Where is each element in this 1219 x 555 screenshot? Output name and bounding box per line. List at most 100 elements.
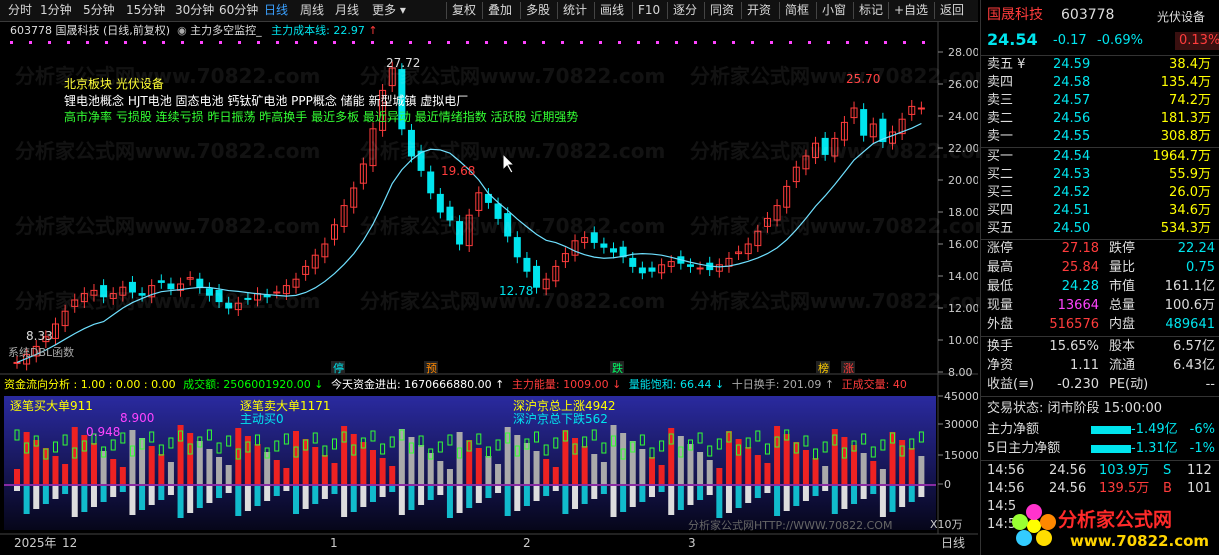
flow-bar-neg bbox=[158, 486, 165, 500]
ask-label: 卖四 bbox=[987, 75, 1014, 90]
candle-body bbox=[138, 293, 146, 296]
signal-dot bbox=[561, 41, 564, 44]
signal-dot bbox=[48, 41, 51, 44]
logo-text: 分析家公式网 bbox=[1058, 508, 1172, 531]
flow-bar-neg bbox=[764, 486, 771, 493]
flow-bar-neg bbox=[725, 486, 732, 513]
sector-pct: 0.13% bbox=[1175, 32, 1219, 50]
flow-bar-neg bbox=[879, 486, 886, 517]
event-tag: 榜 bbox=[818, 361, 829, 375]
signal-dot bbox=[751, 41, 754, 44]
flow-bar-neg bbox=[802, 486, 809, 501]
tag-line: 高市净率 亏损股 连续亏损 昨日振荡 昨高换手 最近多板 最近异动 最近情绪指数… bbox=[64, 110, 579, 124]
flow-bar bbox=[312, 447, 319, 484]
flow-bar-neg bbox=[889, 486, 896, 512]
divider bbox=[981, 460, 1219, 461]
flow-bar bbox=[552, 467, 559, 484]
flow-bar-neg bbox=[851, 486, 858, 504]
sub-title[interactable]: 资金流向分析 : 1.00 : 0.00 : 0.00 bbox=[4, 378, 176, 391]
bid-volume: 34.6万 bbox=[1169, 203, 1211, 218]
flow-bar-neg bbox=[466, 486, 473, 508]
stock-code: 603778 bbox=[1061, 7, 1115, 23]
stock-name: 国晟科技 bbox=[987, 7, 1043, 23]
flow-bar-neg bbox=[831, 486, 838, 514]
dbl-label: 系统DBL函数 bbox=[8, 346, 75, 359]
flow-bar-neg bbox=[543, 486, 550, 496]
sub-sat: 量能饱和: 66.44 ↓ bbox=[628, 378, 725, 391]
flow-bar bbox=[812, 458, 819, 484]
flow-bar-neg bbox=[572, 486, 579, 509]
flow-bar bbox=[745, 447, 752, 484]
ask-label: 卖一 bbox=[987, 129, 1014, 144]
signal-dot bbox=[181, 41, 184, 44]
event-tag: 预 bbox=[426, 362, 437, 375]
stat-label: 换手 bbox=[987, 339, 1014, 354]
flow-bar-neg bbox=[639, 486, 646, 502]
flow-bar-neg bbox=[427, 486, 434, 500]
flow-bar-neg bbox=[52, 486, 59, 499]
stat-value: 22.24 bbox=[1177, 241, 1215, 256]
flow-bar-neg bbox=[235, 486, 242, 516]
tick-volume: 103.9万 bbox=[1099, 463, 1150, 478]
sub-volume: 成交额: 2506001920.00 ↓ bbox=[183, 378, 324, 391]
flow-bar-neg bbox=[533, 486, 540, 501]
candle-body bbox=[215, 289, 223, 303]
flow-bar-neg bbox=[418, 486, 425, 505]
stat-label: 现量 bbox=[987, 298, 1014, 313]
stat-label: 市值 bbox=[1109, 279, 1136, 294]
stat-label: 内盘 bbox=[1109, 317, 1136, 332]
signal-dot bbox=[276, 41, 279, 44]
sub-tick-label: 45000 bbox=[944, 390, 978, 403]
flow-bar bbox=[475, 448, 482, 484]
flow-bar-neg bbox=[591, 486, 598, 499]
flow-bar bbox=[254, 444, 261, 484]
flow-bar bbox=[639, 449, 646, 484]
bid-label: 买五 bbox=[987, 221, 1014, 236]
period-label: 日线 bbox=[941, 536, 965, 550]
indicator-dot[interactable]: ◉ bbox=[174, 24, 191, 37]
flow-bar-neg bbox=[293, 486, 300, 514]
signal-dot bbox=[333, 41, 336, 44]
candle-body bbox=[629, 257, 637, 267]
signal-dot bbox=[865, 41, 868, 44]
stat-value: 6.57亿 bbox=[1173, 339, 1215, 354]
ask-label: 卖五 ¥ bbox=[987, 57, 1026, 72]
flow-bar bbox=[331, 463, 338, 484]
signal-dot bbox=[86, 41, 89, 44]
stat-value: 13664 bbox=[1057, 298, 1099, 313]
candle-body bbox=[821, 137, 829, 155]
signal-dot bbox=[732, 41, 735, 44]
high-label: 27.72 bbox=[386, 56, 420, 70]
price-tick-label: 20.00 bbox=[948, 174, 978, 187]
flow-pct: -6% bbox=[1189, 422, 1215, 437]
value-label: 0.948 bbox=[86, 425, 121, 439]
price-pct: -0.69% bbox=[1097, 33, 1143, 48]
ask-volume: 135.4万 bbox=[1160, 75, 1211, 90]
candle-body bbox=[436, 193, 444, 213]
bid-price: 24.50 bbox=[1053, 221, 1091, 236]
flow-bar bbox=[225, 465, 232, 484]
flow-bar bbox=[23, 432, 30, 484]
flow-bar bbox=[841, 437, 848, 484]
stat-value: -0.230 bbox=[1057, 377, 1099, 392]
flow-bar bbox=[437, 461, 444, 484]
flow-bar bbox=[90, 443, 97, 484]
indicator-name[interactable]: 主力多空监控_ bbox=[190, 24, 262, 37]
flow-bar bbox=[379, 458, 386, 484]
candle-body bbox=[225, 302, 233, 309]
divider bbox=[981, 396, 1219, 397]
flow-bar bbox=[658, 465, 665, 484]
stat-value: 6.43亿 bbox=[1173, 358, 1215, 373]
tick-price: 24.56 bbox=[1049, 481, 1087, 496]
flow-bar-neg bbox=[90, 486, 97, 507]
flow-bar-neg bbox=[754, 486, 761, 498]
stat-value: 0.75 bbox=[1186, 260, 1215, 275]
flow-bar-neg bbox=[360, 486, 367, 507]
ask-label: 卖三 bbox=[987, 93, 1014, 108]
big-sell-label: 逐笔卖大单1171 bbox=[240, 399, 331, 413]
ask-volume: 74.2万 bbox=[1169, 93, 1211, 108]
chart-header: 603778 国晟科技 (日线,前复权) ◉ 主力多空监控_ 主力成本线: 22… bbox=[10, 24, 378, 38]
signal-dot bbox=[200, 41, 203, 44]
candle-body bbox=[167, 283, 175, 290]
flow-label: 主力净额 bbox=[987, 422, 1040, 437]
